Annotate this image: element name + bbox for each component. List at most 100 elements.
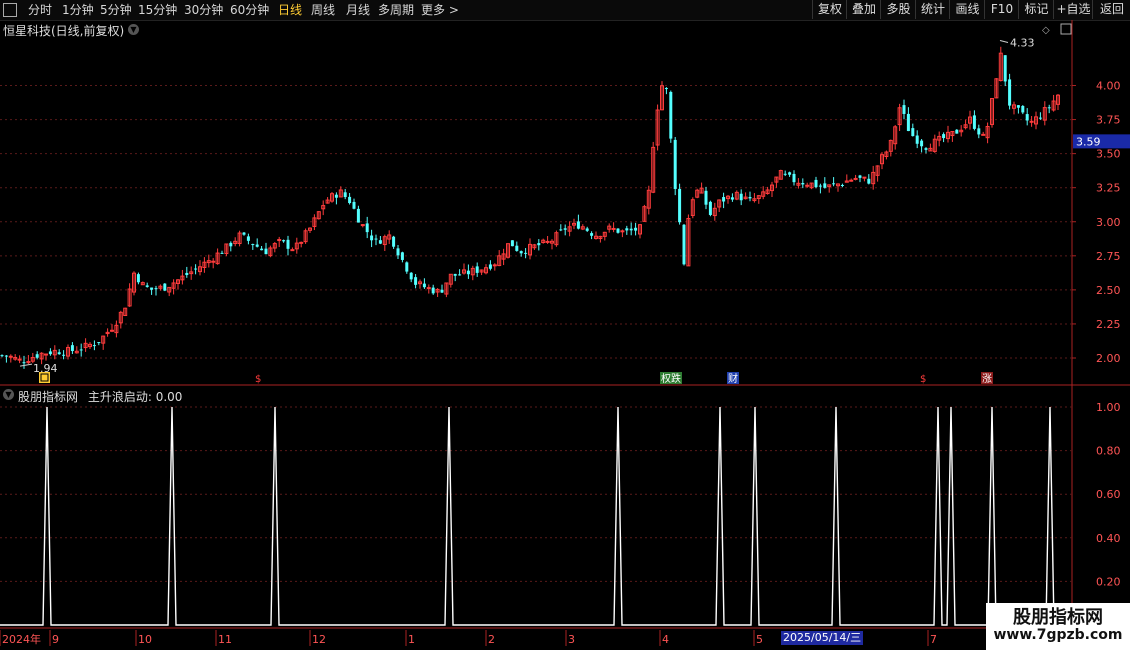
candle-body-down [246, 236, 250, 241]
candle-body-down [374, 238, 378, 240]
candle-body-down [704, 190, 708, 205]
candle-body-down [942, 134, 946, 139]
candle-body-up [805, 184, 810, 187]
price-label: 4.00 [1096, 80, 1121, 93]
candle-body-down [708, 201, 712, 215]
candle-body-down [409, 272, 413, 280]
candle-body-down [229, 242, 233, 247]
candle-body-down [396, 248, 400, 256]
price-label: 2.25 [1096, 318, 1121, 331]
candle-body-down [902, 105, 906, 114]
candle-body-down [466, 270, 470, 275]
candle-body-down [559, 229, 563, 231]
candle-body-down [524, 252, 528, 254]
candle-body-down [920, 140, 924, 147]
candle-body-down [682, 224, 686, 265]
candle-body-down [458, 274, 462, 276]
current-price-label: 3.59 [1076, 135, 1101, 148]
candle-body-down [154, 288, 158, 290]
candle-body-down [625, 228, 629, 231]
candle-body-up [853, 177, 858, 180]
time-axis-label: 3 [568, 633, 575, 646]
candle-body-down [814, 179, 818, 188]
time-axis-label: 12 [312, 633, 326, 646]
candle-body-down [4, 355, 8, 357]
candle-body-down [832, 183, 836, 185]
time-axis-label: 10 [138, 633, 152, 646]
candle-body-up [545, 240, 550, 243]
watermark-line1: 股朋指标网 [1013, 607, 1103, 628]
candle-body-down [352, 201, 356, 209]
watermark: 股朋指标网 www.7gpzb.com [986, 603, 1130, 650]
time-axis-label: 9 [52, 633, 59, 646]
candle-body-down [1025, 114, 1029, 121]
candle-body-down [255, 244, 259, 247]
candle-body-down [634, 227, 638, 231]
candle-body-down [136, 274, 140, 283]
candle-body-down [488, 264, 492, 269]
candle-body-up [981, 133, 986, 136]
maximize-icon[interactable] [1060, 23, 1072, 35]
indicator-axis-label: 0.60 [1096, 488, 1121, 501]
candle-body-down [1016, 105, 1020, 108]
candle-body-down [678, 188, 682, 223]
candle-body-down [977, 128, 981, 135]
candle-body-down [62, 354, 66, 356]
candle-body-down [92, 345, 96, 347]
candle-body-down [378, 240, 382, 244]
candle-body-down [334, 194, 338, 198]
candle-body-down [405, 262, 409, 272]
candle-body-up [492, 264, 497, 267]
price-label: 2.50 [1096, 284, 1121, 297]
high-price-label: 4.33 [1010, 37, 1035, 50]
candle-body-up [611, 227, 616, 230]
chart-canvas[interactable]: 4.00 3.75 3.50 3.25 3.00 2.75 2.50 2.25 2.00 4.33… [0, 0, 1130, 650]
candle-body-down [748, 197, 752, 199]
candle-body-down [924, 148, 928, 150]
candle-body-down [22, 362, 26, 364]
candle-body-down [730, 197, 734, 200]
candle-body-down [818, 185, 822, 187]
candle-body-down [739, 193, 743, 201]
candle-body-down [1003, 55, 1007, 82]
high-pointer [999, 40, 1009, 44]
time-axis-label: 7 [930, 633, 937, 646]
time-axis-label: 4 [662, 633, 669, 646]
candle-body-down [1038, 117, 1042, 119]
indicator-axis-label: 0.40 [1096, 532, 1121, 545]
candle-body-down [840, 184, 844, 186]
candle-body-down [70, 345, 74, 352]
candle-body-down [264, 248, 268, 255]
candle-body-down [392, 236, 396, 247]
candle-body-down [537, 243, 541, 246]
candle-body-down [282, 240, 286, 242]
watermark-line2: www.7gpzb.com [993, 627, 1123, 643]
price-label: 3.25 [1096, 182, 1121, 195]
price-label: 2.00 [1096, 352, 1121, 365]
candle-body-up [426, 287, 431, 290]
candle-body-down [563, 228, 567, 230]
candle-body-down [79, 349, 83, 351]
indicator-axis-label: 0.20 [1096, 575, 1121, 588]
price-label: 3.00 [1096, 216, 1121, 229]
candle-body-down [260, 248, 264, 251]
indicator-line [0, 406, 1072, 626]
candle-body-down [823, 183, 827, 188]
candle-body-down [220, 252, 224, 254]
candle-body-down [783, 173, 787, 175]
candle-body-down [97, 342, 101, 344]
indicator-axis-label: 0.80 [1096, 445, 1121, 458]
event-marker: 财 [728, 372, 738, 385]
candle-body-down [722, 197, 726, 202]
candle-body-down [475, 266, 479, 273]
time-axis-label: 2024年 [2, 632, 41, 646]
candle-body-down [251, 244, 255, 246]
candle-body-down [906, 113, 910, 132]
candle-body-down [616, 228, 620, 233]
candle-body-down [515, 245, 519, 251]
candle-body-up [290, 249, 295, 252]
candle-body-down [242, 232, 246, 235]
candle-body-up [17, 358, 22, 361]
candle-body-down [519, 251, 523, 254]
candle-body-up [849, 179, 854, 182]
